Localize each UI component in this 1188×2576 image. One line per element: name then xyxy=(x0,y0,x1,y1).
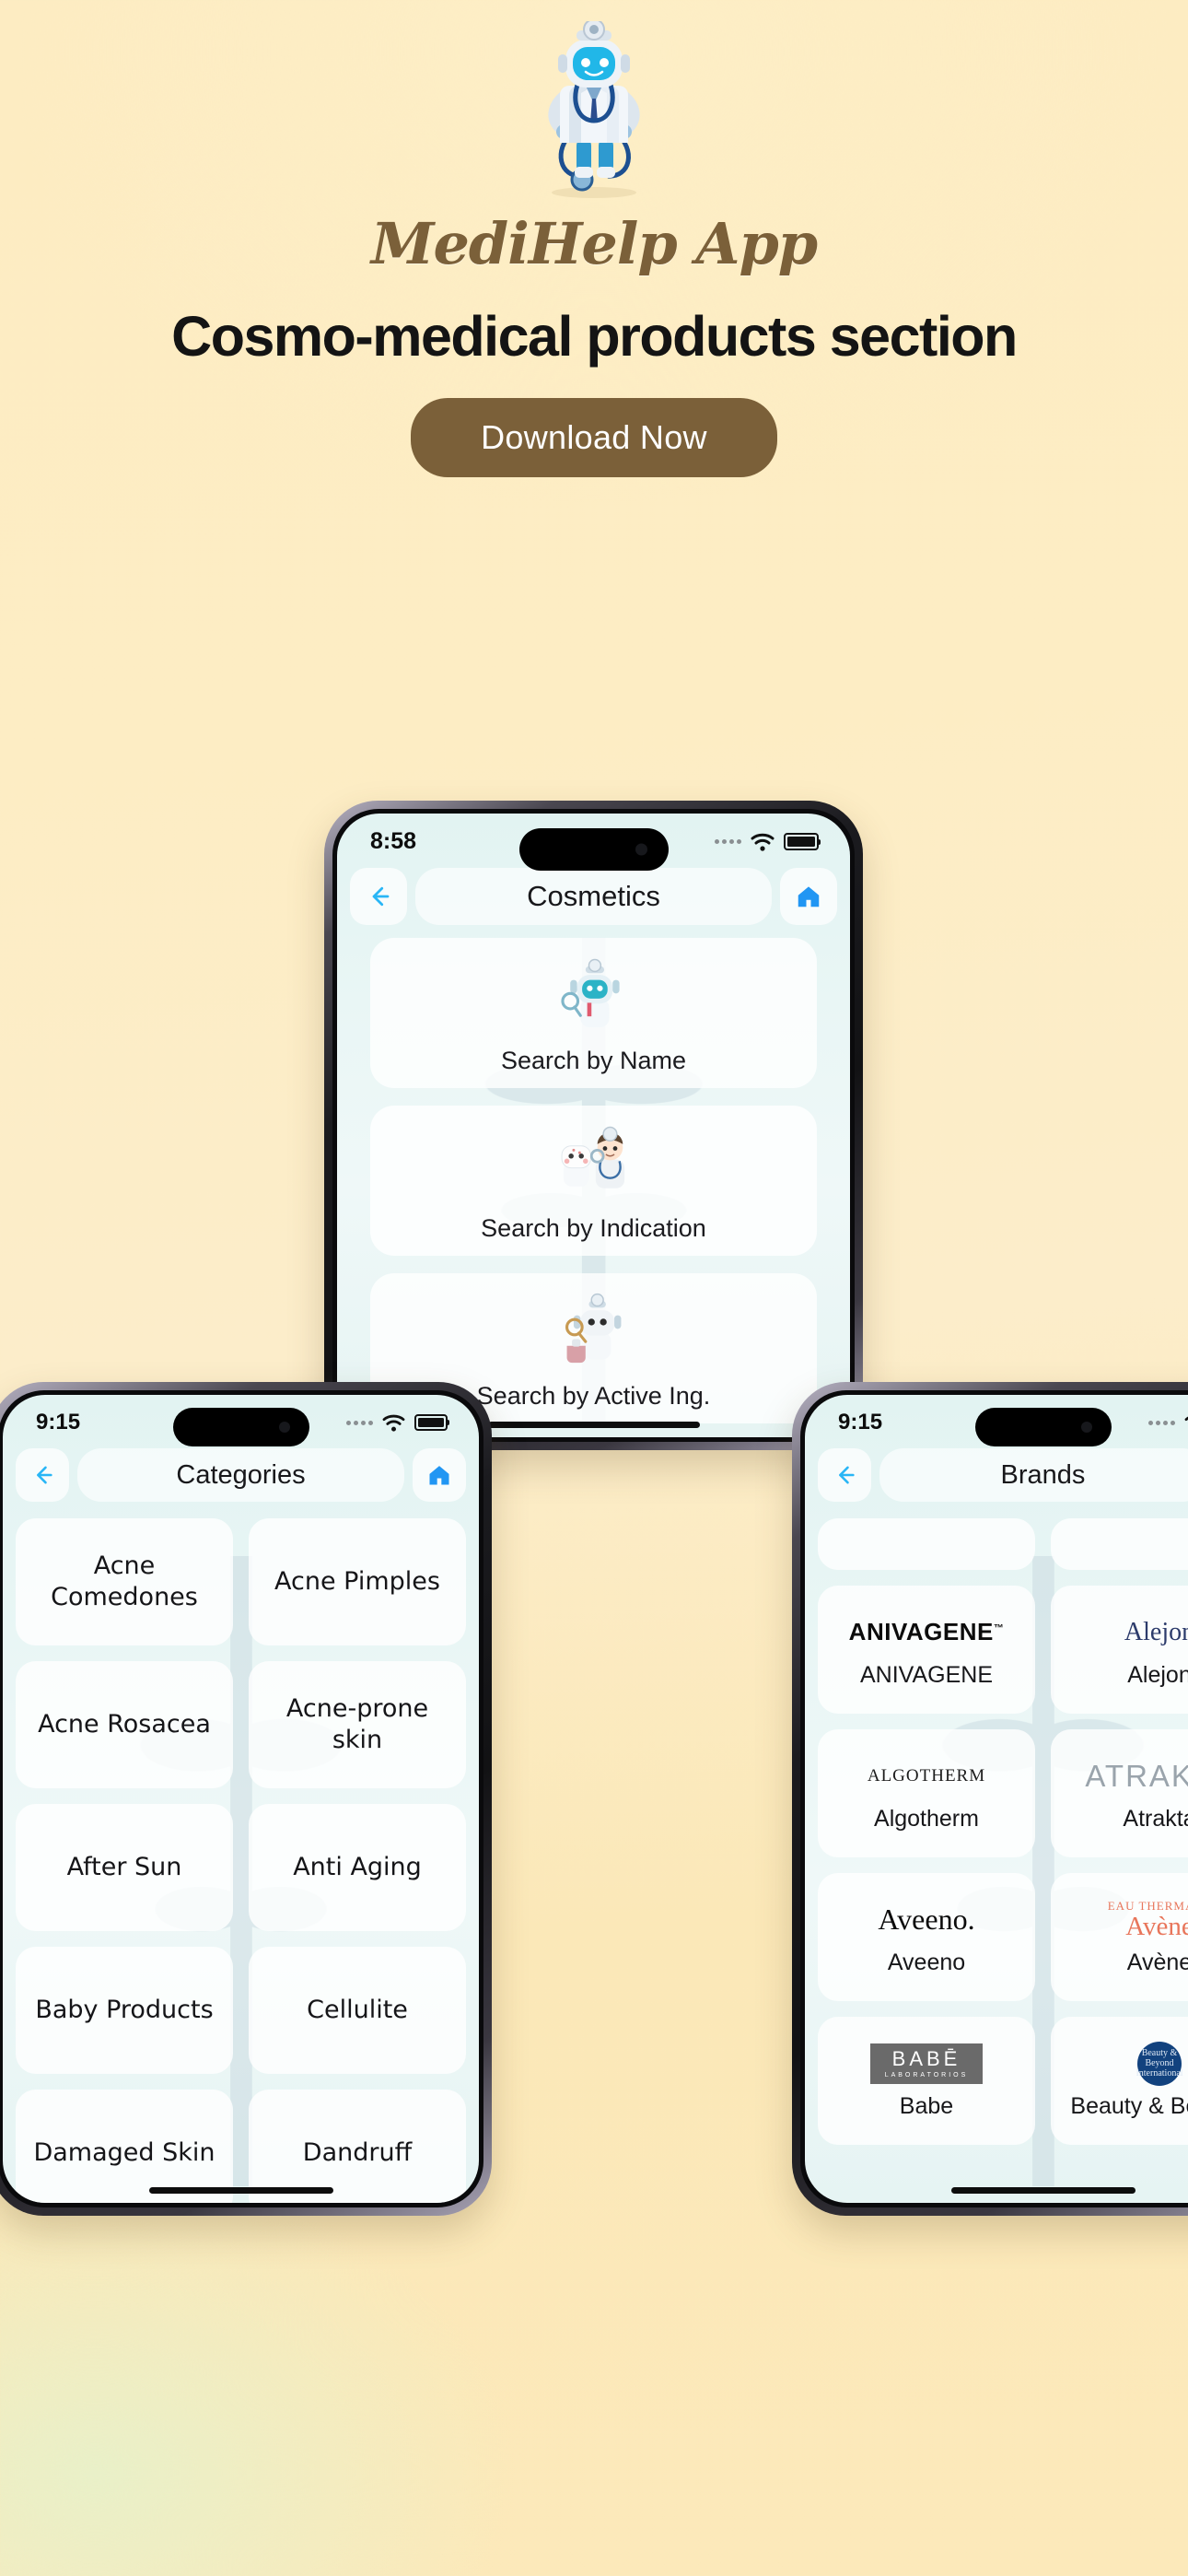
status-time: 9:15 xyxy=(838,1410,883,1434)
brand-name: ANIVAGENE xyxy=(859,1661,994,1688)
robot-doctor-icon xyxy=(548,21,640,198)
brand-card-babe[interactable]: BABĒ LABORATORIOS Babe xyxy=(818,2017,1035,2145)
page-headline: Cosmo-medical products section xyxy=(171,305,1018,368)
category-card[interactable]: Baby Products xyxy=(16,1947,233,2074)
menu-item-label: Search by Name xyxy=(500,1047,687,1074)
status-time: 9:15 xyxy=(36,1410,81,1434)
home-icon xyxy=(798,886,820,907)
brand-name: Babe xyxy=(899,2092,954,2119)
phone-mockup-brands: 9:15 Brands ANIVAGENE™ ANIVAGENE Alejon … xyxy=(792,1382,1188,2216)
category-card[interactable]: Acne Rosacea xyxy=(16,1661,233,1788)
category-card[interactable]: After Sun xyxy=(16,1804,233,1931)
signal-dots-icon xyxy=(346,1420,373,1425)
robot-magnifier-icon xyxy=(552,953,636,1041)
dynamic-island xyxy=(974,1408,1112,1446)
category-card[interactable]: Acne Comedones xyxy=(16,1518,233,1645)
status-time: 8:58 xyxy=(370,828,417,854)
brand-logo-icon: ALGOTHERM xyxy=(867,1765,986,1786)
signal-dots-icon xyxy=(715,839,741,844)
menu-item-label: Search by Active Ing. xyxy=(476,1382,711,1410)
brand-logo-icon: Beauty & Beyond International xyxy=(1136,2041,1183,2086)
arrow-left-icon xyxy=(839,1466,855,1484)
page-title: Brands xyxy=(879,1448,1188,1502)
brand-card-atrakta[interactable]: ATRAKTA Atrakta xyxy=(1051,1729,1188,1857)
dynamic-island xyxy=(172,1408,309,1446)
cosmetics-menu-list: Search by Name Search by Indication Sear… xyxy=(337,932,850,1437)
category-card[interactable]: Damaged Skin xyxy=(16,2090,233,2203)
phone-mockup-categories: 9:15 Categories Acne Comedones Acne Pimp… xyxy=(0,1382,492,2216)
brand-card-beauty-beyond[interactable]: Beauty & Beyond International Beauty & B… xyxy=(1051,2017,1188,2145)
dynamic-island xyxy=(518,828,669,871)
back-button[interactable] xyxy=(350,868,407,925)
nav-bar: Brands xyxy=(805,1439,1188,1509)
brand-card-alejon[interactable]: Alejon Alejon xyxy=(1051,1586,1188,1714)
brand-card-anivagene[interactable]: ANIVAGENE™ ANIVAGENE xyxy=(818,1586,1035,1714)
back-button[interactable] xyxy=(16,1448,69,1502)
brand-logo-text: Beauty & Beyond International xyxy=(1136,2041,1183,2086)
brand-name: Aveeno xyxy=(887,1949,966,1975)
brand-logo-text: ANIVAGENE xyxy=(848,1618,994,1645)
page-title: Categories xyxy=(77,1448,404,1502)
category-card[interactable]: Dandruff xyxy=(249,2090,466,2203)
brand-logo-text: BABĒ xyxy=(891,2046,961,2070)
brand-name: Algotherm xyxy=(874,1805,979,1832)
arrow-left-icon xyxy=(372,886,390,907)
battery-icon xyxy=(784,833,821,850)
hero-section: MediHelp App Cosmo-medical products sect… xyxy=(0,0,1188,477)
brand-name: Avène xyxy=(1126,1949,1188,1975)
brand-card[interactable] xyxy=(818,1518,1035,1570)
doctor-patient-icon xyxy=(552,1120,636,1209)
wifi-icon xyxy=(751,833,775,851)
category-card[interactable]: Acne-prone skin xyxy=(249,1661,466,1788)
brand-logo-icon: Alejon xyxy=(1124,1617,1188,1646)
brand-logo-icon: Aveeno. xyxy=(878,1903,975,1936)
brand-card[interactable] xyxy=(1051,1518,1188,1570)
nav-bar: Categories xyxy=(3,1439,479,1509)
home-indicator[interactable] xyxy=(950,2187,1136,2194)
phone-mockup-cosmetics: 8:58 Cosmetics Search by Name Search by … xyxy=(324,801,863,1450)
mascot-illustration xyxy=(0,17,1188,201)
brand-logo-subtext: LABORATORIOS xyxy=(884,2071,969,2078)
wifi-icon xyxy=(1184,1416,1188,1422)
brand-logo-icon: BABĒ LABORATORIOS xyxy=(869,2043,984,2085)
brand-logo-text: Avène xyxy=(1125,1912,1188,1941)
home-icon xyxy=(429,1466,449,1485)
home-indicator[interactable] xyxy=(487,1422,700,1428)
brand-card-avene[interactable]: EAU THERMALE Avène Avène xyxy=(1051,1873,1188,2001)
home-button[interactable] xyxy=(413,1448,466,1502)
brand-card-aveeno[interactable]: Aveeno. Aveeno xyxy=(818,1873,1035,2001)
home-button[interactable] xyxy=(780,868,837,925)
download-now-button[interactable]: Download Now xyxy=(411,398,777,477)
menu-item-search-by-indication[interactable]: Search by Indication xyxy=(370,1106,817,1256)
category-card[interactable]: Anti Aging xyxy=(249,1804,466,1931)
app-brand-title: MediHelp App xyxy=(370,210,818,277)
brand-name: Alejon xyxy=(1127,1661,1188,1688)
menu-item-label: Search by Indication xyxy=(481,1214,706,1242)
category-card[interactable]: Cellulite xyxy=(249,1947,466,2074)
robot-flask-icon xyxy=(552,1288,636,1376)
battery-icon xyxy=(414,1414,449,1431)
categories-grid: Acne Comedones Acne Pimples Acne Rosacea… xyxy=(3,1509,479,2203)
brands-grid: ANIVAGENE™ ANIVAGENE Alejon Alejon ALGOT… xyxy=(805,1509,1188,2145)
home-indicator[interactable] xyxy=(148,2187,333,2194)
brand-logo-icon: ATRAKTA xyxy=(1085,1758,1188,1793)
menu-item-search-by-name[interactable]: Search by Name xyxy=(370,938,817,1088)
wifi-icon xyxy=(382,1414,405,1432)
signal-dots-icon xyxy=(1148,1420,1175,1425)
brand-logo-subtext: EAU THERMALE xyxy=(1107,1899,1188,1913)
brand-card-algotherm[interactable]: ALGOTHERM Algotherm xyxy=(818,1729,1035,1857)
brand-logo-icon: ANIVAGENE™ xyxy=(848,1618,1005,1645)
brand-name: Atrakta xyxy=(1123,1805,1188,1832)
arrow-left-icon xyxy=(37,1466,52,1484)
brand-name: Beauty & Beyond xyxy=(1070,2092,1188,2119)
brand-logo-icon: EAU THERMALE Avène xyxy=(1108,1899,1188,1941)
category-card[interactable]: Acne Pimples xyxy=(249,1518,466,1645)
page-title: Cosmetics xyxy=(415,868,772,925)
back-button[interactable] xyxy=(818,1448,871,1502)
